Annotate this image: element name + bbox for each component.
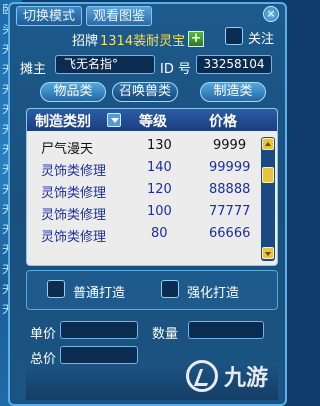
unit-price-label: 单价 <box>30 327 57 342</box>
tab-view-catalog[interactable]: 观看图鉴 <box>86 6 153 26</box>
scroll-down-icon[interactable] <box>262 247 274 259</box>
item-price: 9999 <box>213 138 247 153</box>
enhanced-forge-checkbox[interactable] <box>161 280 179 298</box>
edit-sign-button[interactable]: + <box>188 31 205 47</box>
tab-switch-mode[interactable]: 切换模式 <box>16 6 83 26</box>
crafting-list: 制造类别 等级 价格 尸气漫天 130 9999 灵饰类修理 140 99999… <box>26 108 278 266</box>
item-name: 尸气漫天 <box>41 142 94 157</box>
close-icon[interactable]: × <box>263 6 279 22</box>
item-name: 灵饰类修理 <box>41 230 107 245</box>
list-item[interactable]: 灵饰类修理 100 77777 <box>27 201 259 223</box>
sign-text: 1314装耐灵宝 <box>100 33 186 49</box>
item-level: 100 <box>147 204 172 219</box>
item-level: 80 <box>151 226 168 241</box>
list-item[interactable]: 灵饰类修理 80 66666 <box>27 223 259 245</box>
id-label: ID 号 <box>160 62 191 77</box>
watermark-logo-icon <box>186 360 218 392</box>
tab-bar: 切换模式 观看图鉴 <box>16 6 153 26</box>
list-item[interactable]: 灵饰类修理 140 99999 <box>27 157 259 179</box>
owner-label: 摊主 <box>20 62 47 77</box>
quantity-field[interactable] <box>188 321 264 339</box>
forge-options: 普通打造 强化打造 <box>26 270 278 310</box>
follow-label: 关注 <box>248 32 275 47</box>
scroll-up-icon[interactable] <box>262 138 274 150</box>
normal-forge-label: 普通打造 <box>73 286 126 301</box>
category-pets-button[interactable]: 召唤兽类 <box>112 82 178 102</box>
id-field: 33258104 <box>196 55 272 74</box>
total-price-label: 总价 <box>30 352 57 367</box>
quantity-label: 数量 <box>152 327 179 342</box>
item-name: 灵饰类修理 <box>41 164 107 179</box>
item-level: 140 <box>147 160 172 175</box>
list-item[interactable]: 尸气漫天 130 9999 <box>27 135 259 157</box>
header-category: 制造类别 <box>35 114 91 130</box>
scroll-thumb[interactable] <box>262 167 274 183</box>
sign-label: 招牌 <box>72 33 99 49</box>
normal-forge-checkbox[interactable] <box>47 280 65 298</box>
item-price: 66666 <box>209 226 251 241</box>
total-price-field <box>60 346 138 364</box>
item-level: 130 <box>147 138 172 153</box>
header-price: 价格 <box>209 114 237 130</box>
enhanced-forge-label: 强化打造 <box>187 286 240 301</box>
watermark: 九游 <box>186 352 286 400</box>
header-level: 等级 <box>139 114 167 130</box>
owner-name-field: 飞无名指° <box>55 55 155 74</box>
item-price: 99999 <box>209 160 251 175</box>
item-name: 灵饰类修理 <box>41 186 107 201</box>
unit-price-field <box>60 321 138 339</box>
stall-sign: 招牌 1314装耐灵宝 + <box>72 29 205 49</box>
list-header: 制造类别 等级 价格 <box>27 109 277 131</box>
watermark-text: 九游 <box>224 366 269 391</box>
follow-checkbox[interactable] <box>225 27 243 45</box>
category-items-button[interactable]: 物品类 <box>40 82 106 102</box>
list-scrollbar[interactable] <box>261 137 275 261</box>
list-item[interactable]: 灵饰类修理 120 88888 <box>27 179 259 201</box>
category-crafting-button[interactable]: 制造类 <box>200 82 266 102</box>
item-level: 120 <box>147 182 172 197</box>
item-price: 88888 <box>209 182 251 197</box>
item-name: 灵饰类修理 <box>41 208 107 223</box>
sort-dropdown-icon[interactable] <box>107 113 121 127</box>
item-price: 77777 <box>209 204 251 219</box>
